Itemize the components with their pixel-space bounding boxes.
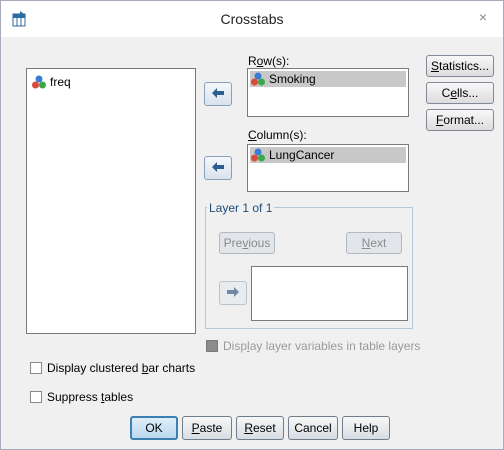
move-to-layer-button[interactable]: [219, 281, 247, 305]
layer-title: Layer 1 of 1: [207, 201, 275, 215]
variable-label: LungCancer: [269, 148, 335, 162]
clustered-bar-checkbox[interactable]: [30, 362, 42, 374]
cancel-button[interactable]: Cancel: [288, 416, 338, 440]
nominal-variable-icon: [32, 75, 46, 89]
source-variable-list[interactable]: freq: [26, 68, 196, 334]
title-bar: Crosstabs ×: [1, 1, 503, 37]
close-button[interactable]: ×: [467, 7, 499, 29]
display-layer-label: Display layer variables in table layers: [223, 339, 421, 353]
arrow-left-icon: [212, 162, 224, 172]
layer-list[interactable]: [251, 266, 408, 321]
list-item[interactable]: LungCancer: [250, 147, 406, 163]
list-item[interactable]: freq: [31, 74, 71, 90]
variable-label: Smoking: [269, 72, 316, 86]
nominal-variable-icon: [251, 72, 265, 86]
crosstabs-dialog: Crosstabs × freq Row(s): Smoking Column(…: [0, 0, 504, 450]
next-button[interactable]: Next: [346, 232, 402, 254]
help-button[interactable]: Help: [342, 416, 390, 440]
display-layer-checkbox[interactable]: [206, 340, 218, 352]
rows-label: Row(s):: [248, 54, 290, 68]
paste-button[interactable]: Paste: [182, 416, 232, 440]
statistics-button[interactable]: Statistics...: [426, 55, 494, 77]
list-item[interactable]: Smoking: [250, 71, 406, 87]
suppress-tables-checkbox[interactable]: [30, 391, 42, 403]
nominal-variable-icon: [251, 148, 265, 162]
move-to-columns-button[interactable]: [204, 156, 232, 180]
format-button[interactable]: Format...: [426, 109, 494, 131]
arrow-left-icon: [212, 88, 224, 98]
reset-button[interactable]: Reset: [236, 416, 284, 440]
columns-label: Column(s):: [248, 128, 307, 142]
clustered-bar-label: Display clustered bar charts: [47, 361, 196, 375]
rows-list[interactable]: Smoking: [247, 68, 409, 117]
cells-button[interactable]: Cells...: [426, 82, 494, 104]
move-to-rows-button[interactable]: [204, 82, 232, 106]
window-title: Crosstabs: [220, 11, 284, 27]
ok-button[interactable]: OK: [130, 416, 178, 440]
arrow-right-icon: [227, 287, 239, 297]
suppress-tables-label: Suppress tables: [47, 390, 134, 404]
columns-list[interactable]: LungCancer: [247, 144, 409, 192]
previous-button[interactable]: Previous: [219, 232, 275, 254]
variable-label: freq: [50, 75, 71, 89]
